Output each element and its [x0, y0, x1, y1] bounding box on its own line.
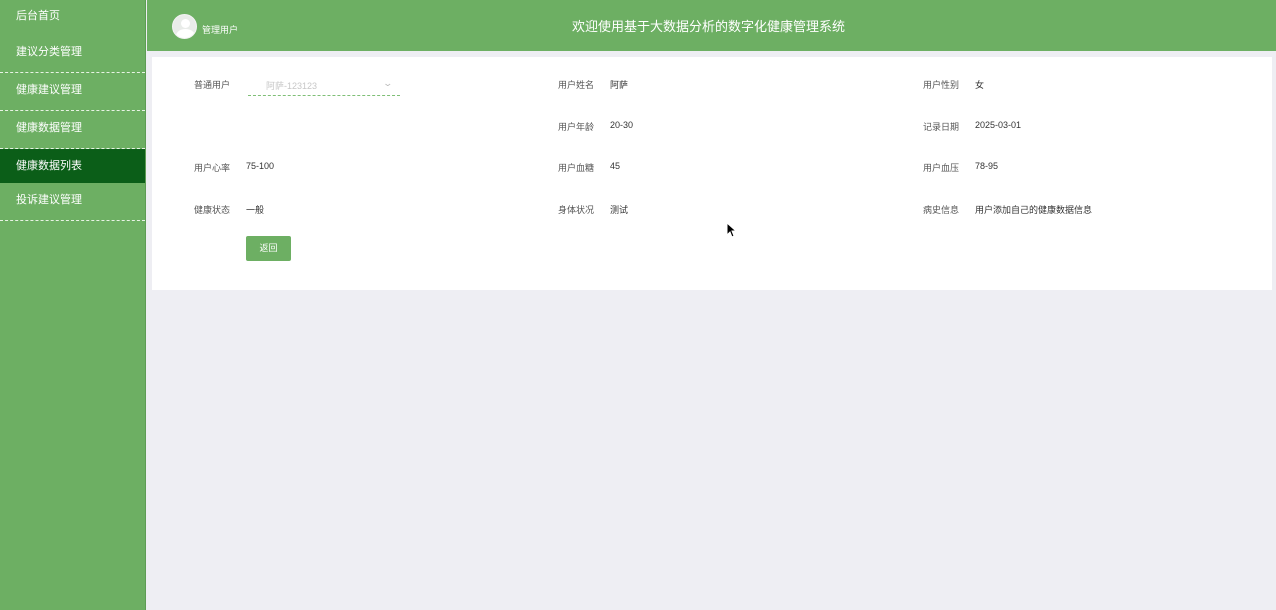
- health-status-label: 健康状态: [194, 205, 231, 215]
- sidebar-item-label: 后台首页: [16, 10, 60, 22]
- admin-username: 管理用户: [202, 25, 239, 35]
- body-condition-value: 测试: [610, 205, 629, 215]
- date-label: 记录日期: [923, 122, 960, 132]
- sidebar-item-health-data[interactable]: 健康数据管理: [0, 111, 145, 149]
- medical-history-label: 病史信息: [923, 205, 960, 215]
- name-value: 阿萨: [610, 80, 629, 90]
- blood-sugar-label: 用户血糖: [558, 163, 595, 173]
- sidebar-item-suggestion-category[interactable]: 建议分类管理: [0, 35, 145, 73]
- avatar-body-icon: [176, 29, 195, 38]
- sidebar-item-home[interactable]: 后台首页: [0, 0, 145, 35]
- gender-label: 用户性别: [923, 80, 960, 90]
- blood-pressure-value: 78-95: [975, 161, 999, 171]
- detail-card: 普通用户 阿萨-123123 ⌄ 用户姓名 阿萨 用户性别 女 用户年龄 20-…: [152, 57, 1272, 290]
- blood-pressure-label: 用户血压: [923, 163, 960, 173]
- sidebar-item-label: 健康数据管理: [16, 122, 82, 134]
- heart-rate-value: 75-100: [246, 161, 275, 171]
- sidebar-item-label: 健康建议管理: [16, 84, 82, 96]
- user-select-placeholder: 阿萨-123123: [266, 81, 318, 91]
- mouse-cursor-icon: [726, 222, 738, 238]
- date-value: 2025-03-01: [975, 120, 1022, 130]
- back-button[interactable]: 返回: [246, 236, 291, 261]
- age-label: 用户年龄: [558, 122, 595, 132]
- medical-history-value: 用户添加自己的健康数据信息: [975, 205, 1093, 215]
- age-value: 20-30: [610, 120, 634, 130]
- gender-value: 女: [975, 80, 985, 90]
- sidebar-item-complaint[interactable]: 投诉建议管理: [0, 183, 145, 221]
- avatar[interactable]: [172, 14, 197, 39]
- sidebar: 后台首页 建议分类管理 健康建议管理 健康数据管理 健康数据列表 投诉建议管理: [0, 0, 146, 610]
- name-label: 用户姓名: [558, 80, 595, 90]
- health-status-value: 一般: [246, 205, 265, 215]
- avatar-head-icon: [181, 19, 190, 28]
- blood-sugar-value: 45: [610, 161, 621, 171]
- body-condition-label: 身体状况: [558, 205, 595, 215]
- sidebar-item-label: 投诉建议管理: [16, 194, 82, 206]
- page-title: 欢迎使用基于大数据分析的数字化健康管理系统: [572, 19, 846, 34]
- top-header: 管理用户 欢迎使用基于大数据分析的数字化健康管理系统: [147, 0, 1276, 51]
- user-select[interactable]: 阿萨-123123 ⌄: [248, 75, 400, 96]
- heart-rate-label: 用户心率: [194, 163, 231, 173]
- chevron-down-icon: ⌄: [382, 78, 394, 88]
- sidebar-item-health-data-list[interactable]: 健康数据列表: [0, 149, 145, 183]
- sidebar-item-health-suggestion[interactable]: 健康建议管理: [0, 73, 145, 111]
- user-label: 普通用户: [194, 80, 231, 90]
- sidebar-item-label: 健康数据列表: [16, 160, 82, 172]
- sidebar-item-label: 建议分类管理: [16, 46, 82, 58]
